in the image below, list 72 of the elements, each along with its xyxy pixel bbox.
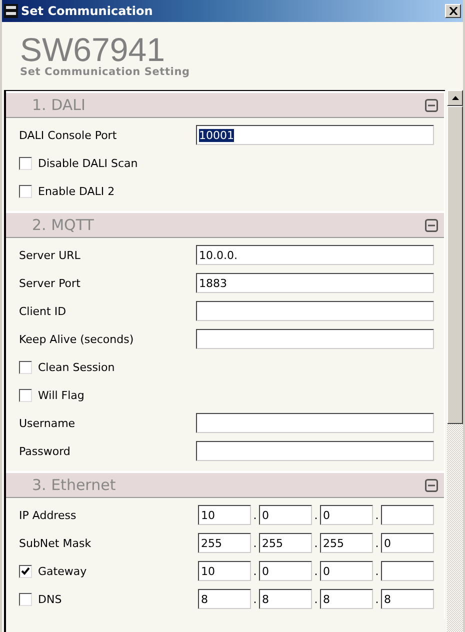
field-label: DNS bbox=[38, 592, 62, 606]
dot-separator: . bbox=[313, 536, 319, 550]
field-label: Server URL bbox=[19, 248, 80, 262]
field-label: Server Port bbox=[19, 276, 80, 290]
field-label: Password bbox=[19, 444, 70, 458]
dot-separator: . bbox=[374, 536, 380, 550]
section-title: 3. Ethernet bbox=[32, 476, 116, 494]
checkbox[interactable] bbox=[19, 156, 32, 170]
field-label: Client ID bbox=[19, 304, 66, 318]
input-field[interactable] bbox=[196, 413, 434, 433]
octet-field[interactable]: 255 bbox=[198, 533, 251, 553]
octet-field[interactable]: 0 bbox=[259, 561, 312, 581]
octet-field[interactable]: 8 bbox=[198, 589, 251, 609]
collapse-icon[interactable] bbox=[425, 218, 438, 232]
collapse-icon[interactable] bbox=[425, 98, 438, 112]
close-button[interactable] bbox=[445, 4, 461, 18]
octet-field[interactable]: 8 bbox=[259, 589, 312, 609]
field-label: Disable DALI Scan bbox=[38, 156, 138, 170]
input-field[interactable]: 1883 bbox=[196, 273, 434, 293]
dot-separator: . bbox=[374, 592, 380, 606]
dot-separator: . bbox=[313, 592, 319, 606]
checkbox[interactable] bbox=[19, 388, 32, 402]
octet-field[interactable] bbox=[381, 561, 434, 581]
scroll-up-button[interactable] bbox=[447, 90, 463, 106]
device-title: SW67941 bbox=[20, 34, 165, 66]
octet-field[interactable]: 8 bbox=[320, 589, 373, 609]
window-title: Set Communication bbox=[21, 4, 154, 18]
close-icon bbox=[448, 7, 458, 15]
field-label: Enable DALI 2 bbox=[38, 184, 115, 198]
checkbox[interactable] bbox=[19, 184, 32, 198]
checkbox[interactable] bbox=[19, 564, 32, 578]
octet-field[interactable]: 255 bbox=[259, 533, 312, 553]
checkbox[interactable] bbox=[19, 592, 32, 606]
octet-field[interactable]: 8 bbox=[381, 589, 434, 609]
field-label: Will Flag bbox=[38, 388, 84, 402]
octet-field[interactable]: 255 bbox=[320, 533, 373, 553]
octet-field[interactable]: 10 bbox=[198, 505, 251, 525]
input-field[interactable]: 10001 bbox=[196, 125, 434, 145]
checkbox[interactable] bbox=[19, 360, 32, 374]
scroll-thumb[interactable] bbox=[447, 106, 463, 424]
input-field[interactable]: 10.0.0. bbox=[196, 245, 434, 265]
section-title: 2. MQTT bbox=[32, 216, 94, 234]
field-label: Clean Session bbox=[38, 360, 115, 374]
octet-field[interactable]: 0 bbox=[320, 561, 373, 581]
octet-field[interactable]: 0 bbox=[259, 505, 312, 525]
page-subtitle: Set Communication Setting bbox=[20, 66, 191, 78]
collapse-icon[interactable] bbox=[425, 478, 438, 492]
dot-separator: . bbox=[374, 508, 380, 522]
dot-separator: . bbox=[313, 564, 319, 578]
dot-separator: . bbox=[252, 536, 258, 550]
dot-separator: . bbox=[252, 592, 258, 606]
field-label: SubNet Mask bbox=[19, 536, 92, 550]
dot-separator: . bbox=[374, 564, 380, 578]
input-field[interactable] bbox=[196, 301, 434, 321]
input-field[interactable] bbox=[196, 441, 434, 461]
input-field[interactable] bbox=[196, 329, 434, 349]
field-label: IP Address bbox=[19, 508, 76, 522]
octet-field[interactable]: 0 bbox=[320, 505, 373, 525]
up-arrow-icon bbox=[452, 96, 458, 100]
scrollbar[interactable] bbox=[447, 90, 463, 632]
octet-field[interactable] bbox=[381, 505, 434, 525]
logo-icon bbox=[4, 4, 18, 18]
dot-separator: . bbox=[252, 508, 258, 522]
dot-separator: . bbox=[252, 564, 258, 578]
octet-field[interactable]: 10 bbox=[198, 561, 251, 581]
field-label: Gateway bbox=[38, 564, 87, 578]
field-label: Keep Alive (seconds) bbox=[19, 332, 134, 346]
dot-separator: . bbox=[313, 508, 319, 522]
field-label: DALI Console Port bbox=[19, 128, 117, 142]
section-title: 1. DALI bbox=[32, 96, 86, 114]
field-label: Username bbox=[19, 416, 76, 430]
octet-field[interactable]: 0 bbox=[381, 533, 434, 553]
